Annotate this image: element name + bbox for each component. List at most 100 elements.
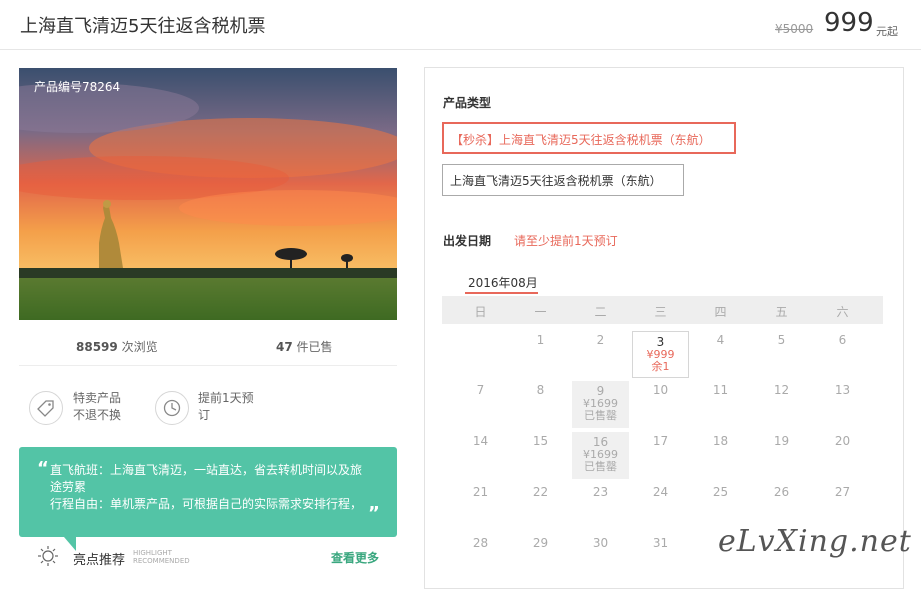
calendar-day: 4 [692, 333, 749, 380]
calendar-day: 13 [814, 383, 871, 430]
highlight-line: 直飞航班：上海直飞清迈，一站直达，省去转机时间以及旅途劳累 [50, 463, 363, 494]
calendar-day: 31 [632, 536, 689, 583]
day-number: 4 [716, 333, 725, 347]
day-number: 18 [712, 434, 729, 448]
calendar-day[interactable]: 3 ¥999 余1 [632, 331, 689, 378]
feature-item-advance: 提前1天预 订 [198, 390, 254, 424]
calendar-month-tab[interactable]: 2016年08月 [468, 274, 538, 291]
weekday-label: 三 [654, 305, 667, 319]
day-number: 19 [773, 434, 790, 448]
day-number: 28 [472, 536, 489, 550]
stats-divider [19, 365, 397, 366]
calendar-day: 28 [452, 536, 509, 583]
product-type-label: 产品类型 [443, 96, 492, 110]
header-divider [0, 49, 921, 50]
day-number: 13 [834, 383, 851, 397]
highlights-title: 亮点推荐 [73, 553, 126, 568]
day-number: 7 [476, 383, 485, 397]
highlights-sub-line: HIGHLIGHT [133, 549, 172, 557]
calendar-day: 11 [692, 383, 749, 430]
day-number: 22 [532, 485, 549, 499]
highlight-line: 行程自由：单机票产品，可根据自己的实际需求安排行程， [50, 497, 363, 511]
calendar-day: 6 [814, 333, 871, 380]
weekday-label: 四 [714, 305, 727, 319]
sold-label: 件已售 [296, 340, 333, 354]
calendar-day: 21 [452, 485, 509, 532]
product-title: 上海直飞清迈5天往返含税机票 [20, 16, 266, 37]
calendar-day: 24 [632, 485, 689, 532]
date-hint: 请至少提前1天预订 [514, 234, 618, 248]
calendar-day: 10 [632, 383, 689, 430]
tag-icon [29, 391, 63, 425]
views-label: 次浏览 [121, 340, 158, 354]
weekday-label: 六 [836, 305, 849, 319]
calendar-day: 5 [753, 333, 810, 380]
calendar-day: 14 [452, 434, 509, 481]
day-number: 3 [656, 335, 665, 349]
day-number: 5 [777, 333, 786, 347]
calendar-day: 1 [512, 333, 569, 380]
calendar-day: 8 [512, 383, 569, 430]
calendar-day: 9 ¥1699 已售罄 [572, 381, 629, 428]
product-option-standard[interactable]: 上海直飞清迈5天往返含税机票（东航） [442, 164, 684, 196]
day-status: 已售罄 [584, 460, 617, 473]
day-number: 24 [652, 485, 669, 499]
sun-icon [37, 545, 59, 571]
feature-line: 订 [198, 408, 211, 422]
feature-line: 提前1天预 [198, 391, 254, 405]
calendar-day: 19 [753, 434, 810, 481]
day-number: 30 [592, 536, 609, 550]
day-number: 8 [536, 383, 545, 397]
day-number: 29 [532, 536, 549, 550]
quote-open-icon: “ [37, 458, 49, 479]
views-count: 88599 [76, 340, 118, 354]
calendar-day: 15 [512, 434, 569, 481]
day-status: 余1 [651, 360, 670, 373]
weekday-label: 二 [594, 305, 607, 319]
product-option-flash-sale[interactable]: 【秒杀】上海直飞清迈5天往返含税机票（东航） [442, 122, 736, 154]
departure-date-label: 出发日期 [443, 234, 492, 248]
calendar-day: 18 [692, 434, 749, 481]
day-number: 1 [536, 333, 545, 347]
day-number: 2 [596, 333, 605, 347]
day-number: 12 [773, 383, 790, 397]
see-more-link[interactable]: 查看更多 [331, 549, 379, 566]
watermark: eLvXing.net [718, 524, 912, 559]
feature-line: 特卖产品 [73, 391, 122, 405]
day-number: 15 [532, 434, 549, 448]
day-status: 已售罄 [584, 409, 617, 422]
calendar-day: 16 ¥1699 已售罄 [572, 432, 629, 479]
month-tab-underline [465, 292, 538, 294]
current-price: 999 [824, 8, 874, 38]
calendar-day: 23 [572, 485, 629, 532]
day-number: 26 [773, 485, 790, 499]
original-price: ¥5000 [775, 22, 814, 36]
day-number: 9 [596, 384, 605, 398]
highlights-subtitle: HIGHLIGHT RECOMMENDED [133, 549, 190, 565]
day-number: 16 [592, 435, 609, 449]
product-photo[interactable] [19, 68, 397, 320]
calendar-day: 22 [512, 485, 569, 532]
day-number: 17 [652, 434, 669, 448]
weekday-label: 日 [474, 305, 487, 319]
weekday-label: 一 [534, 305, 547, 319]
day-number: 31 [652, 536, 669, 550]
day-number: 20 [834, 434, 851, 448]
day-number: 21 [472, 485, 489, 499]
day-number: 25 [712, 485, 729, 499]
price-unit: 元起 [876, 25, 898, 38]
highlights-text: 直飞航班：上海直飞清迈，一站直达，省去转机时间以及旅途劳累 行程自由：单机票产品… [50, 462, 366, 513]
calendar-day: 2 [572, 333, 629, 380]
sold-stat: 47 件已售 [276, 338, 333, 355]
calendar-day: 29 [512, 536, 569, 583]
day-number: 23 [592, 485, 609, 499]
sold-count: 47 [276, 340, 293, 354]
quote-close-icon: ” [368, 503, 380, 524]
weekday-label: 五 [775, 305, 788, 319]
day-number: 27 [834, 485, 851, 499]
feature-item-sale: 特卖产品 不退不换 [73, 390, 121, 424]
calendar-day: 17 [632, 434, 689, 481]
calendar-day: 12 [753, 383, 810, 430]
day-number: 10 [652, 383, 669, 397]
highlights-sub-line: RECOMMENDED [133, 557, 190, 565]
